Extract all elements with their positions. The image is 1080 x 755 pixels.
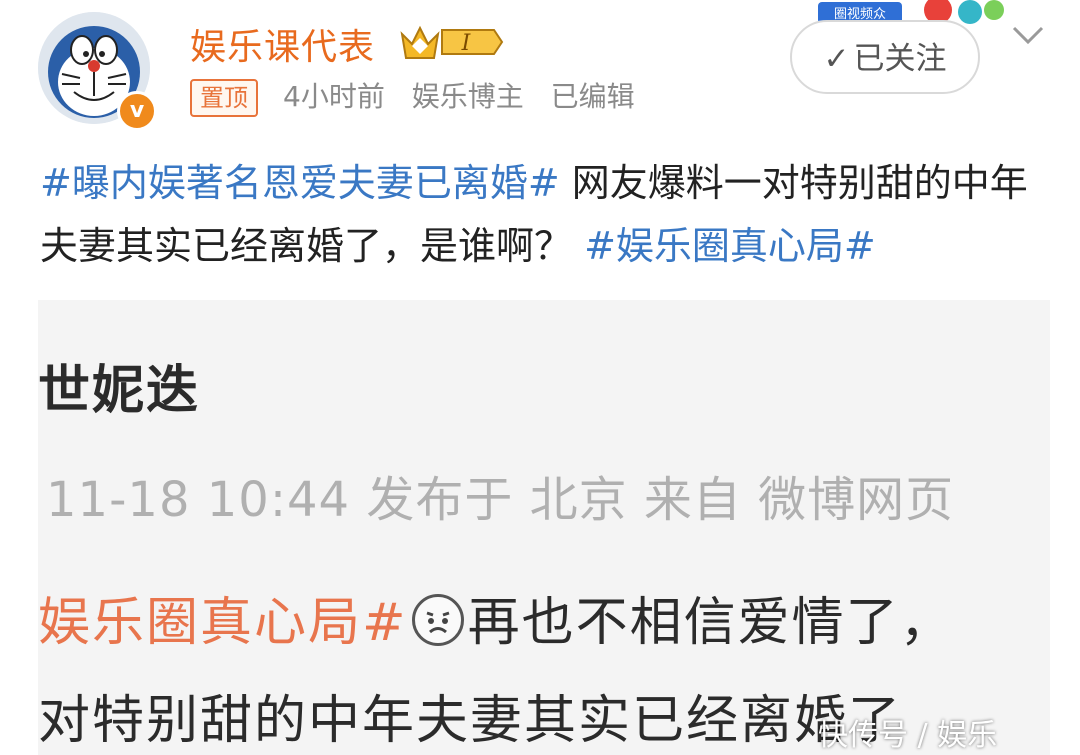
embed-text-line: 对特别甜的中年夫妻其实已经离婚了 [38, 691, 903, 751]
follow-label: 已关注 [853, 41, 947, 77]
embedded-screenshot-image[interactable]: 世妮迭 11-18 10:44 发布于 北京 来自 微博网页 娱乐圈真心局# 再… [38, 300, 1050, 755]
follow-button[interactable]: ✓ 已关注 [790, 20, 980, 94]
embed-hashtag: 娱乐圈真心局# [38, 593, 408, 653]
edited-label: 已编辑 [550, 80, 635, 113]
crying-emoji-icon [411, 594, 464, 646]
post-meta: 4小时前 娱乐博主 已编辑 [283, 79, 653, 115]
author-role: 娱乐博主 [411, 80, 524, 113]
post-time: 4小时前 [283, 80, 385, 113]
embed-meta: 11-18 10:44 发布于 北京 来自 微博网页 [46, 472, 955, 528]
hashtag-link[interactable]: #曝内娱著名恩爱夫妻已离婚# [40, 161, 560, 205]
check-icon: ✓ [823, 41, 850, 77]
verified-badge-icon: v [117, 91, 157, 131]
embed-text-line: 娱乐圈真心局# 再也不相信爱情了， [38, 580, 954, 655]
vip-crown-icon[interactable]: I [398, 20, 504, 64]
username[interactable]: 娱乐课代表 [190, 18, 375, 70]
post-text: #曝内娱著名恩爱夫妻已离婚# 网友爆料一对特别甜的中年夫妻其实已经离婚了，是谁啊… [40, 152, 1050, 278]
hashtag-link[interactable]: #娱乐圈真心局# [584, 224, 876, 268]
vip-level: I [461, 31, 472, 56]
embed-text: 再也不相信爱情了， [467, 593, 954, 653]
embed-username: 世妮迭 [38, 361, 201, 421]
pinned-badge: 置顶 [190, 79, 258, 117]
chevron-down-icon[interactable] [1008, 20, 1048, 50]
watermark: 快传号 / 娱乐 [818, 718, 998, 753]
